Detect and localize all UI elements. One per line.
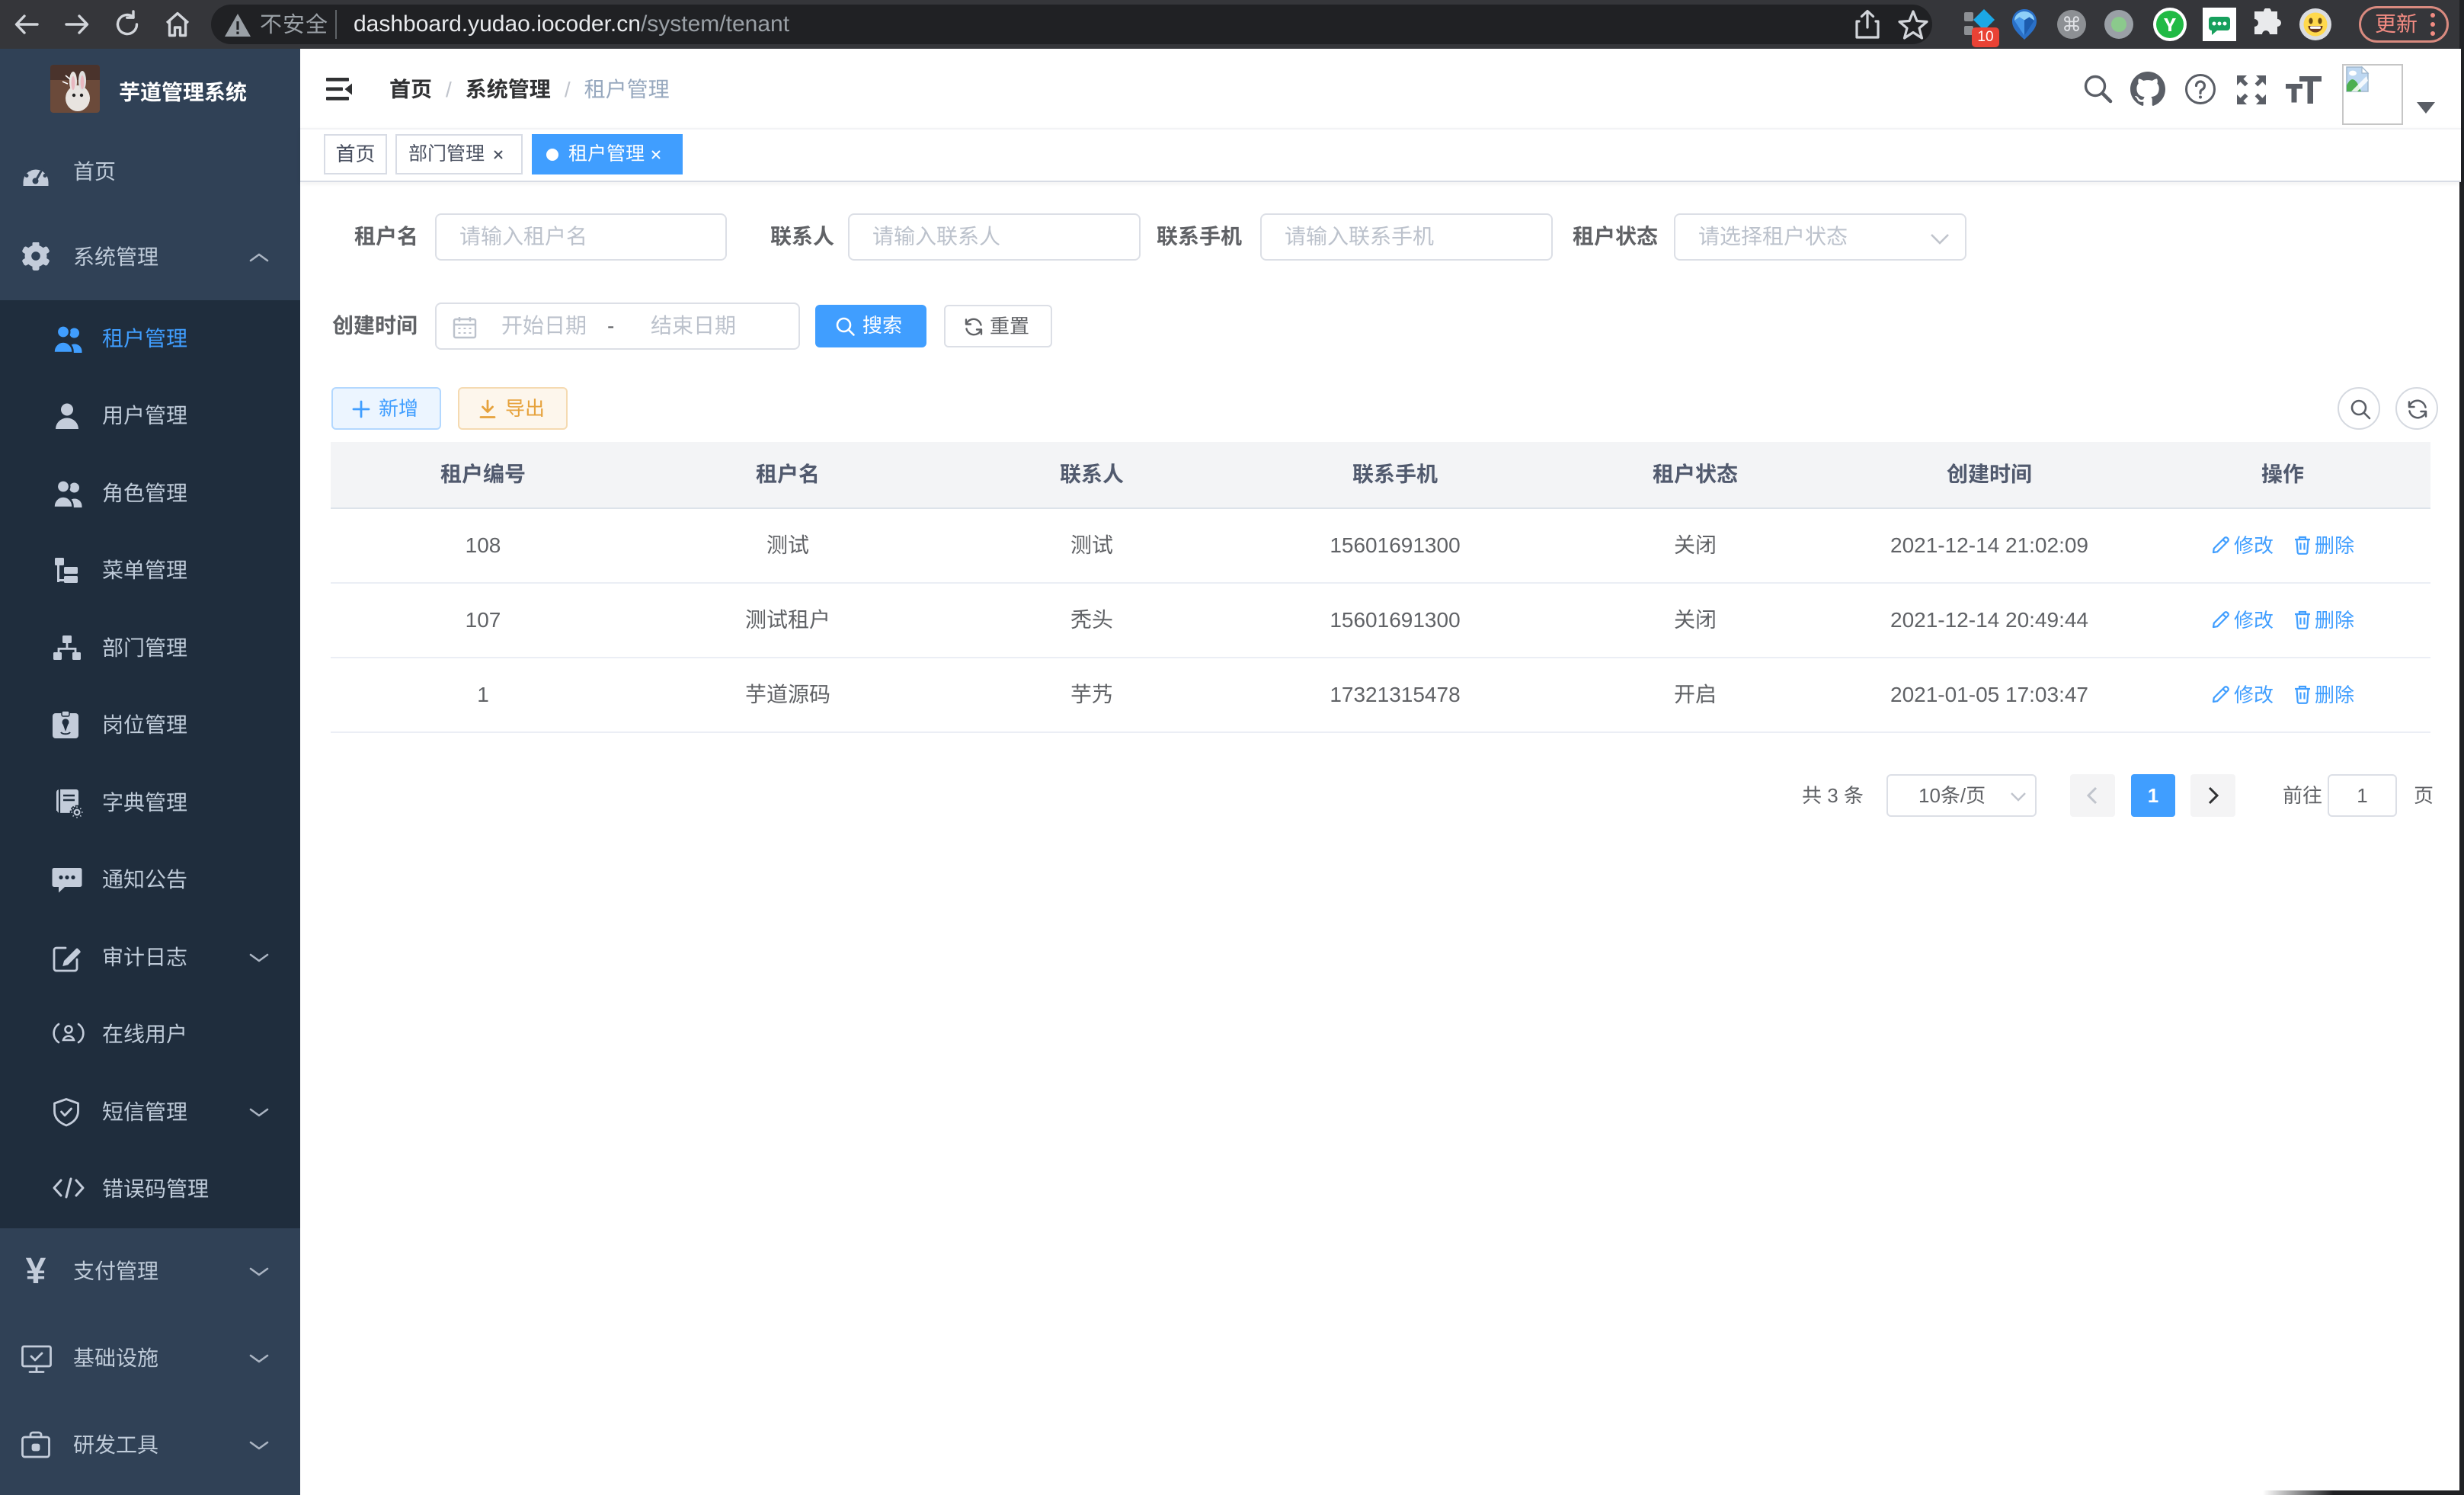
svg-text:⌘: ⌘ — [2062, 13, 2082, 36]
